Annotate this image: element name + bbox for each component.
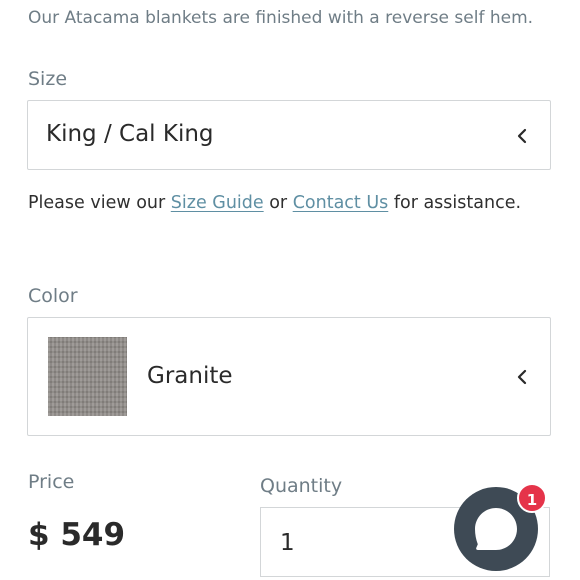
chevron-left-icon: [517, 128, 527, 144]
color-label: Color: [28, 285, 78, 307]
color-swatch-image: [48, 337, 127, 416]
chat-unread-badge: 1: [517, 483, 547, 513]
color-selected-value: Granite: [147, 363, 233, 389]
size-select[interactable]: King / Cal King: [27, 100, 551, 170]
price-value: $ 549: [28, 517, 126, 553]
quantity-input[interactable]: [280, 530, 400, 556]
size-label: Size: [28, 68, 68, 90]
size-guide-link[interactable]: Size Guide: [171, 193, 264, 213]
product-description-text: Our Atacama blankets are finished with a…: [28, 8, 534, 28]
size-help-text: Please view our Size Guide or Contact Us…: [28, 193, 521, 213]
help-middle: or: [263, 193, 293, 213]
product-options-panel: Our Atacama blankets are finished with a…: [0, 0, 580, 580]
size-selected-value: King / Cal King: [46, 121, 214, 147]
price-label: Price: [28, 471, 75, 493]
color-select[interactable]: Granite: [27, 317, 551, 436]
chevron-left-icon: [517, 369, 527, 385]
help-prefix: Please view our: [28, 193, 171, 213]
contact-us-link[interactable]: Contact Us: [293, 193, 389, 213]
help-suffix: for assistance.: [388, 193, 522, 213]
quantity-label: Quantity: [260, 475, 343, 497]
